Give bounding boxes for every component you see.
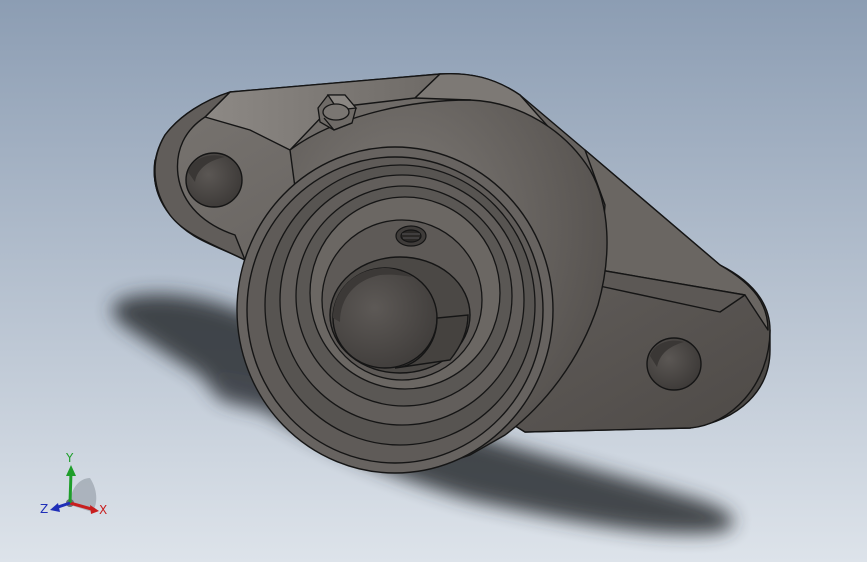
graphics-viewport[interactable]: X Y Z [0, 0, 867, 562]
x-axis-label: X [99, 503, 107, 517]
orientation-triad: X Y Z [40, 451, 107, 517]
y-axis-label: Y [65, 451, 74, 465]
z-axis-label: Z [40, 502, 48, 516]
z-axis-arrow [50, 501, 71, 512]
